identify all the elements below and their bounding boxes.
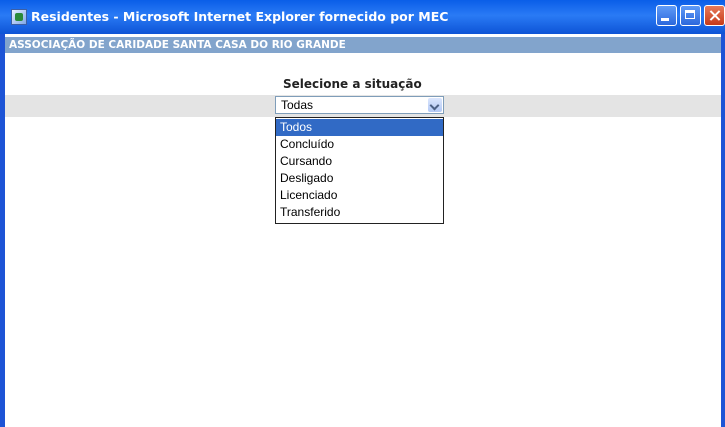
window-title: Residentes - Microsoft Internet Explorer… [31,9,449,24]
status-dropdown-list: Todos Concluído Cursando Desligado Licen… [275,117,444,224]
option-cursando[interactable]: Cursando [276,153,443,170]
status-select-value: Todas [281,98,314,112]
status-select[interactable]: Todas [275,96,444,114]
option-transferido[interactable]: Transferido [276,204,443,221]
window-frame-left [0,34,5,427]
status-select-label: Selecione a situação [283,77,422,91]
ie-page-icon [11,9,27,25]
browser-window: Residentes - Microsoft Internet Explorer… [0,0,725,427]
organization-header: ASSOCIAÇÃO DE CARIDADE SANTA CASA DO RIO… [5,37,721,53]
chevron-down-icon[interactable] [428,98,442,112]
close-icon[interactable] [704,5,725,26]
option-todos[interactable]: Todos [276,119,443,136]
maximize-icon[interactable] [680,5,701,26]
option-desligado[interactable]: Desligado [276,170,443,187]
minimize-icon[interactable] [656,5,677,26]
option-licenciado[interactable]: Licenciado [276,187,443,204]
option-concluido[interactable]: Concluído [276,136,443,153]
title-bar[interactable]: Residentes - Microsoft Internet Explorer… [0,0,725,34]
window-frame-right [721,34,725,427]
